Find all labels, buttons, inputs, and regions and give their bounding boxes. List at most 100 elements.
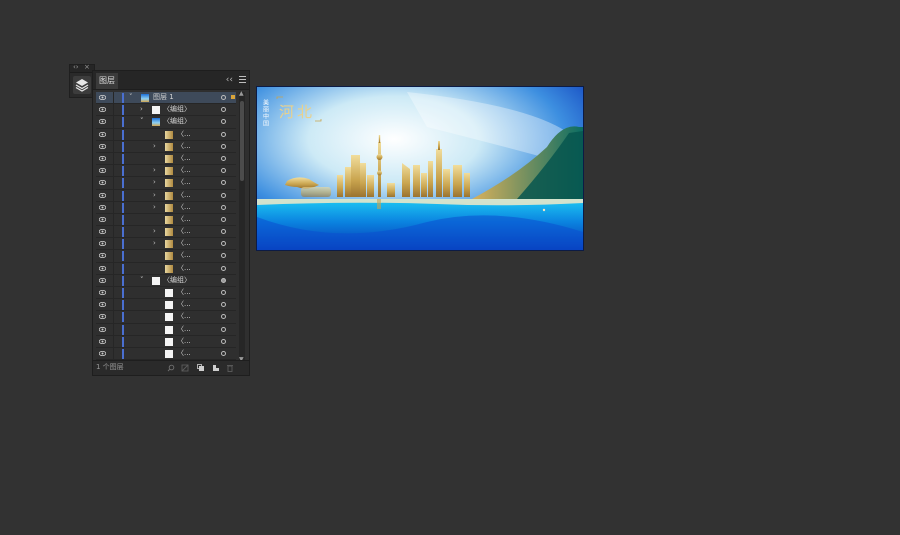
eye-icon[interactable] — [99, 277, 106, 283]
trash-icon[interactable] — [226, 364, 234, 372]
layer-row[interactable]: 〈... — [96, 335, 236, 348]
item-name[interactable]: 〈... — [177, 214, 191, 225]
new-sublayer-icon[interactable] — [197, 364, 205, 372]
eye-icon[interactable] — [99, 180, 106, 186]
eye-icon[interactable] — [99, 168, 106, 174]
layer-row[interactable]: 〈... — [96, 213, 236, 227]
chevron-right-icon[interactable]: › — [153, 190, 156, 201]
eye-icon[interactable] — [99, 131, 106, 137]
layer-row[interactable]: › 〈... — [96, 226, 236, 239]
item-name[interactable]: 〈... — [177, 324, 191, 335]
eye-icon[interactable] — [99, 302, 106, 308]
layer-row[interactable]: ˅ 〈编组〉 — [96, 274, 236, 287]
chevron-right-icon[interactable]: › — [153, 141, 156, 152]
item-name[interactable]: 〈... — [177, 202, 191, 213]
scroll-up-icon[interactable]: ▲ — [239, 91, 244, 97]
layer-row[interactable]: › 〈... — [96, 238, 236, 251]
layer-row[interactable]: 〈... — [96, 299, 236, 312]
item-name[interactable]: 〈... — [177, 336, 191, 347]
eye-icon[interactable] — [99, 338, 106, 344]
group-name[interactable]: 〈编组〉 — [163, 104, 191, 115]
layer-row[interactable]: 〈... — [96, 323, 236, 336]
layer-row[interactable]: › 〈... — [96, 201, 236, 214]
item-name[interactable]: 〈... — [177, 299, 191, 310]
eye-icon[interactable] — [99, 95, 106, 100]
layer-row[interactable]: 〈... — [96, 287, 236, 300]
eye-icon[interactable] — [99, 326, 106, 332]
eye-icon[interactable] — [99, 265, 106, 271]
collapse-panel-button[interactable]: ‹‹ — [226, 74, 233, 86]
item-name[interactable]: 〈... — [177, 263, 191, 274]
eye-icon[interactable] — [99, 253, 106, 259]
eye-icon[interactable] — [99, 143, 106, 149]
target-icon[interactable] — [221, 131, 226, 137]
layers-panel-button[interactable] — [73, 76, 91, 94]
target-icon[interactable] — [221, 338, 226, 344]
eye-icon[interactable] — [99, 216, 106, 222]
chevron-right-icon[interactable]: › — [153, 238, 156, 249]
target-icon[interactable] — [221, 155, 226, 161]
target-icon[interactable] — [221, 277, 226, 283]
layer-row[interactable]: › 〈编组〉 — [96, 104, 236, 117]
item-name[interactable]: 〈... — [177, 226, 191, 237]
search-icon[interactable] — [167, 364, 175, 372]
item-name[interactable]: 〈... — [177, 190, 191, 201]
layer-name[interactable]: 图层 1 — [153, 92, 174, 103]
target-icon[interactable] — [221, 204, 226, 210]
eye-icon[interactable] — [99, 241, 106, 247]
target-icon[interactable] — [221, 253, 226, 259]
layer-row[interactable]: 〈... — [96, 311, 236, 324]
chevron-down-icon[interactable]: ˅ — [140, 116, 144, 127]
layer-row[interactable]: › 〈... — [96, 189, 236, 202]
item-name[interactable]: 〈... — [177, 250, 191, 261]
clipping-mask-icon[interactable] — [181, 364, 189, 372]
close-icon[interactable]: × — [84, 63, 90, 72]
target-icon[interactable] — [221, 216, 226, 222]
layer-row[interactable]: ˅ 〈编组〉 — [96, 116, 236, 129]
item-name[interactable]: 〈... — [177, 348, 191, 359]
new-layer-icon[interactable] — [212, 364, 220, 372]
group-name[interactable]: 〈编组〉 — [163, 116, 191, 127]
dock-grip[interactable]: ‹› × — [70, 63, 94, 73]
eye-icon[interactable] — [99, 229, 106, 235]
eye-icon[interactable] — [99, 350, 106, 356]
chevron-right-icon[interactable]: › — [140, 104, 143, 115]
layer-row[interactable]: ˅ 图层 1 — [96, 92, 236, 105]
layer-row[interactable]: › 〈... — [96, 165, 236, 178]
eye-icon[interactable] — [99, 192, 106, 198]
layer-row[interactable]: 〈... — [96, 128, 236, 141]
eye-icon[interactable] — [99, 119, 106, 125]
layer-row[interactable]: 〈... — [96, 250, 236, 263]
item-name[interactable]: 〈... — [177, 141, 191, 152]
item-name[interactable]: 〈... — [177, 153, 191, 164]
chevron-down-icon[interactable]: ˅ — [140, 275, 144, 286]
target-icon[interactable] — [221, 168, 226, 174]
target-icon[interactable] — [221, 314, 226, 320]
item-name[interactable]: 〈... — [177, 287, 191, 298]
target-icon[interactable] — [221, 143, 226, 149]
layer-row[interactable]: 〈... — [96, 262, 236, 275]
target-icon[interactable] — [221, 119, 226, 125]
item-name[interactable]: 〈... — [177, 177, 191, 188]
layer-row[interactable]: › 〈... — [96, 177, 236, 190]
target-icon[interactable] — [221, 107, 226, 113]
target-icon[interactable] — [221, 229, 226, 235]
collapse-icon[interactable]: ‹› — [73, 63, 79, 72]
chevron-right-icon[interactable]: › — [153, 202, 156, 213]
chevron-right-icon[interactable]: › — [153, 165, 156, 176]
eye-icon[interactable] — [99, 204, 106, 210]
layer-row[interactable]: 〈... — [96, 347, 236, 361]
target-icon[interactable] — [221, 192, 226, 198]
target-icon[interactable] — [221, 350, 226, 356]
layers-scrollbar[interactable]: ▲ ▼ — [239, 91, 245, 363]
artboard[interactable]: 美丽中国 河北 — [256, 86, 584, 251]
target-icon[interactable] — [221, 290, 226, 295]
eye-icon[interactable] — [99, 155, 106, 161]
chevron-right-icon[interactable]: › — [153, 226, 156, 237]
target-icon[interactable] — [221, 265, 226, 271]
eye-icon[interactable] — [99, 314, 106, 320]
chevron-right-icon[interactable]: › — [153, 177, 156, 188]
scroll-thumb[interactable] — [240, 101, 244, 181]
group-name[interactable]: 〈编组〉 — [163, 275, 191, 286]
eye-icon[interactable] — [99, 107, 106, 113]
